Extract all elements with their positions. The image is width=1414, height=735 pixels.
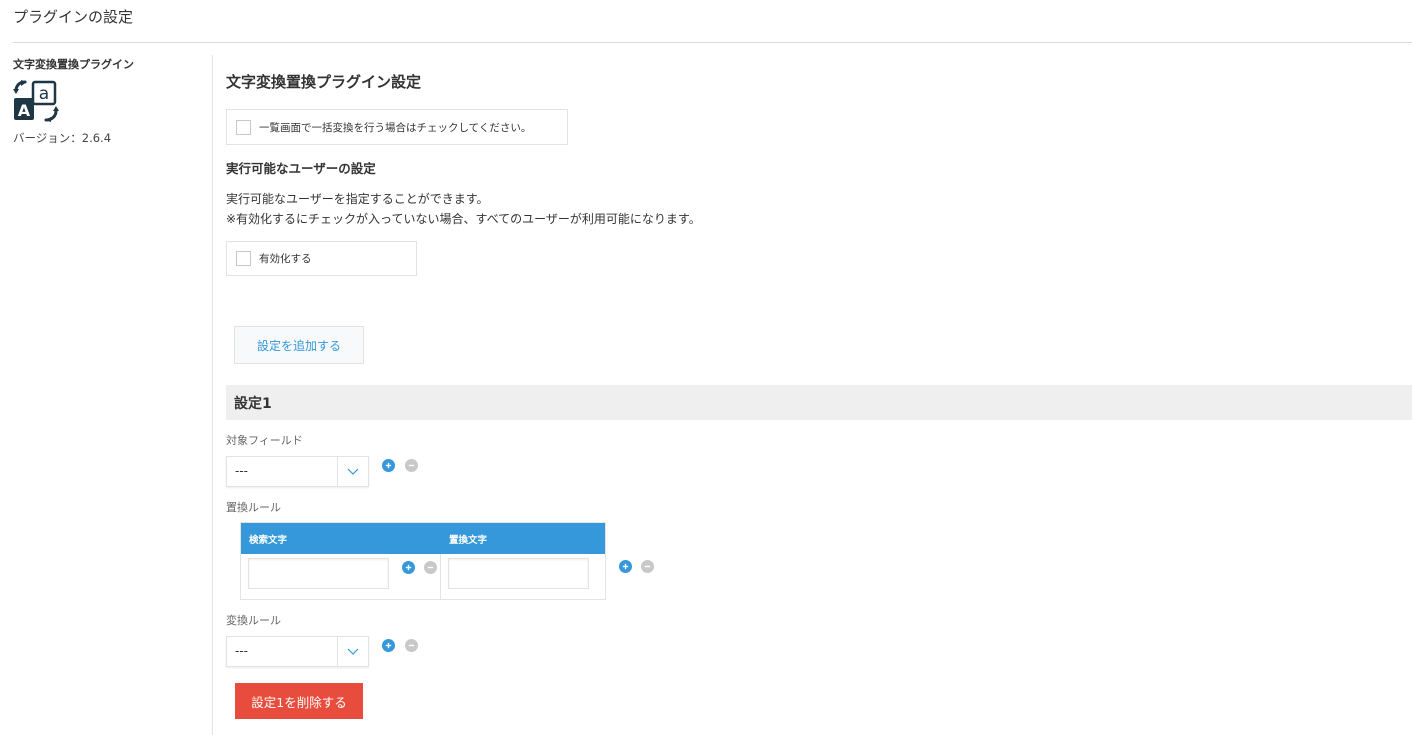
replace-text-input[interactable] [448,558,589,589]
select-divider [337,457,338,486]
users-description: 実行可能なユーザーを指定することができます。 ※有効化するにチェックが入っていな… [226,189,701,229]
add-convert-rule-button[interactable] [382,639,395,652]
text-replace-icon: a A [13,80,59,122]
replace-rule-table: 検索文字 置換文字 [240,522,606,600]
plus-icon [382,639,395,652]
convert-rule-label: 変換ルール [226,614,281,627]
target-field-value: --- [235,464,248,478]
search-text-input[interactable] [248,558,389,589]
convert-rule-select[interactable]: --- [226,636,369,667]
users-description-line2: ※有効化するにチェックが入っていない場合、すべてのユーザーが利用可能になります。 [226,212,701,226]
bulk-convert-checkbox[interactable] [236,119,251,135]
remove-field-button[interactable] [405,459,418,472]
enable-label: 有効化する [259,253,312,265]
sidebar-plugin-name: 文字変換置換プラグイン [13,58,134,71]
enable-checkbox[interactable] [236,251,251,266]
users-description-line1: 実行可能なユーザーを指定することができます。 [226,192,489,206]
replace-rule-header: 検索文字 置換文字 [241,523,605,554]
users-section-heading: 実行可能なユーザーの設定 [226,161,376,176]
page-title: プラグインの設定 [13,8,134,26]
svg-text:a: a [39,84,49,104]
column-divider [440,554,441,599]
title-divider [13,42,1412,43]
plus-icon [382,459,395,472]
bulk-convert-checkbox-row[interactable]: 一覧画面で一括変換を行う場合はチェックしてください。 [226,109,568,145]
bulk-convert-label: 一覧画面で一括変換を行う場合はチェックしてください。 [259,121,532,134]
add-field-button[interactable] [382,459,395,472]
minus-icon [641,560,654,573]
delete-setting1-button[interactable]: 設定1を削除する [235,683,363,719]
svg-text:A: A [18,101,31,120]
minus-icon [405,459,418,472]
plugin-version: バージョン：2.6.4 [13,131,112,145]
column-search: 検索文字 [249,535,288,546]
select-divider [337,637,338,666]
minus-icon [405,639,418,652]
convert-rule-value: --- [235,644,248,658]
chevron-down-icon [347,648,359,655]
chevron-down-icon [347,468,359,475]
remove-rule-row-button[interactable] [424,561,437,574]
settings-heading: 文字変換置換プラグイン設定 [226,73,422,91]
setting1-header: 設定1 [226,385,1412,420]
minus-icon [424,561,437,574]
remove-convert-rule-button[interactable] [405,639,418,652]
add-setting-button[interactable]: 設定を追加する [234,326,364,364]
setting1-title: 設定1 [234,395,272,412]
sidebar-divider [212,55,213,735]
column-replace: 置換文字 [449,535,488,546]
plus-icon [402,561,415,574]
target-field-select[interactable]: --- [226,456,369,487]
add-rule-row-button[interactable] [402,561,415,574]
remove-replace-rule-button[interactable] [641,560,654,573]
target-field-label: 対象フィールド [226,434,303,447]
enable-checkbox-row[interactable]: 有効化する [226,241,417,276]
add-replace-rule-button[interactable] [619,560,632,573]
plus-icon [619,560,632,573]
replace-rule-label: 置換ルール [226,501,281,514]
